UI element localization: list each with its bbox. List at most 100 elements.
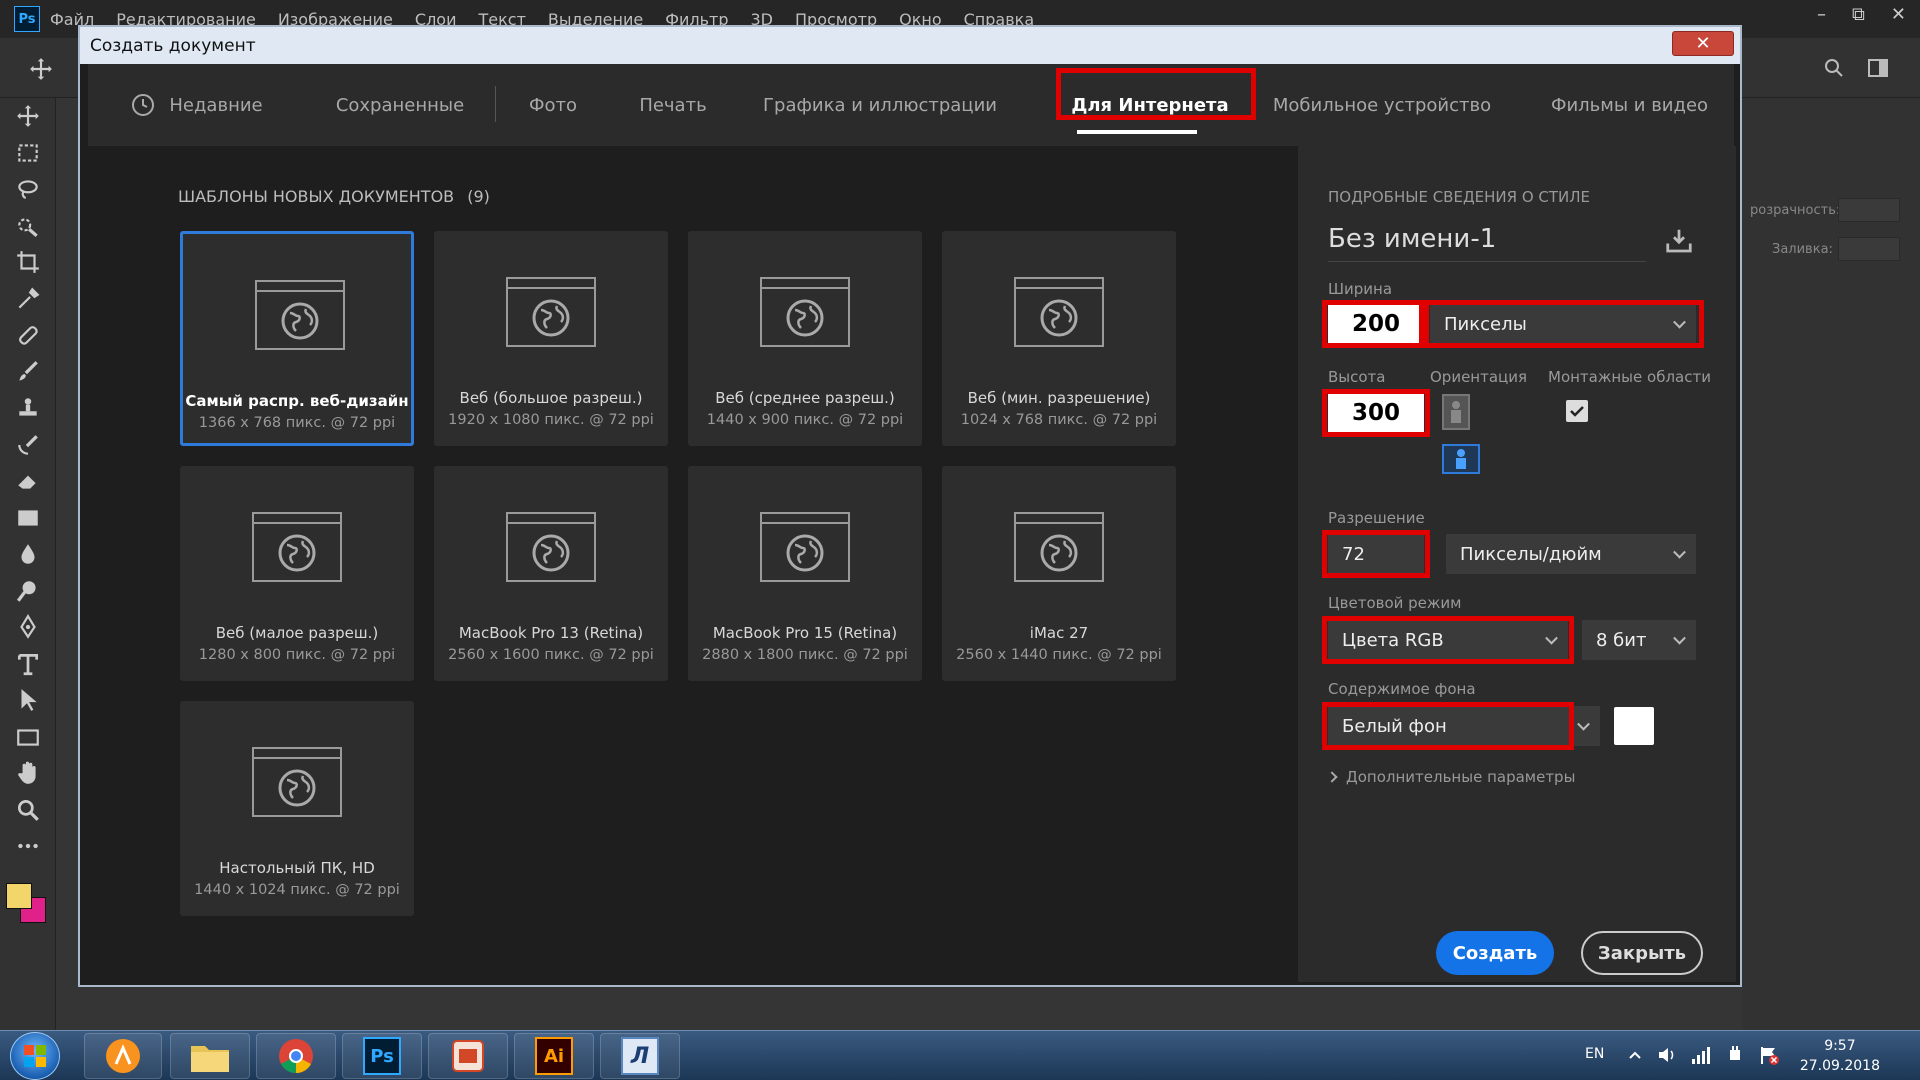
- save-preset-icon[interactable]: [1664, 226, 1694, 256]
- taskbar-lingvo[interactable]: Л: [600, 1033, 680, 1079]
- taskbar-avast[interactable]: [84, 1033, 162, 1079]
- eyedropper-tool[interactable]: [0, 281, 56, 318]
- dialog-title: Создать документ: [90, 35, 256, 56]
- restore-icon[interactable]: ⧉: [1852, 4, 1865, 25]
- taskbar-pdf-reader[interactable]: [428, 1033, 508, 1079]
- marquee-tool[interactable]: [0, 135, 56, 172]
- history-brush-tool[interactable]: [0, 427, 56, 464]
- search-icon[interactable]: [1822, 56, 1846, 80]
- background-color-swatch-button[interactable]: [1614, 707, 1654, 745]
- quick-select-tool[interactable]: [0, 208, 56, 245]
- template-name: MacBook Pro 13 (Retina): [458, 624, 644, 642]
- quick-select-icon: [18, 218, 38, 237]
- template-name: Веб (среднее разреш.): [715, 389, 895, 407]
- rectangle-tool[interactable]: [0, 719, 56, 756]
- dialog-close-button[interactable]: ✕: [1672, 31, 1734, 56]
- width-unit-select[interactable]: Пикселы: [1430, 304, 1696, 344]
- windows-logo-icon: [24, 1045, 46, 1067]
- taskbar-photoshop[interactable]: Ps: [342, 1033, 422, 1079]
- tab-saved[interactable]: Сохраненные: [320, 64, 480, 146]
- photoshop-logo: Ps: [14, 6, 40, 32]
- template-card-web-minimum[interactable]: Веб (мин. разрешение) 1024 x 768 пикс. @…: [942, 231, 1176, 446]
- hand-tool[interactable]: [0, 755, 56, 792]
- color-mode-value: Цвета RGB: [1342, 629, 1444, 651]
- crop-icon: [17, 251, 39, 274]
- template-dims: 1440 x 900 пикс. @ 72 ppi: [706, 412, 904, 428]
- move-tool[interactable]: [0, 98, 56, 135]
- fill-field[interactable]: [1838, 237, 1900, 261]
- pen-tool[interactable]: [0, 609, 56, 646]
- opacity-field[interactable]: [1838, 198, 1900, 222]
- tab-art-illustration[interactable]: Графика и иллюстрации: [763, 64, 997, 146]
- close-button[interactable]: Закрыть: [1581, 931, 1703, 975]
- color-mode-select[interactable]: Цвета RGB: [1328, 620, 1568, 660]
- background-contents-select[interactable]: Белый фон: [1328, 706, 1600, 746]
- chevron-right-icon: [1326, 771, 1338, 783]
- path-selection-tool[interactable]: [0, 682, 56, 719]
- stamp-icon: [19, 398, 37, 416]
- orientation-portrait-button[interactable]: [1442, 394, 1470, 430]
- taskbar-chrome[interactable]: [256, 1033, 336, 1079]
- type-tool[interactable]: [0, 646, 56, 683]
- template-dims: 1920 x 1080 пикс. @ 72 ppi: [448, 412, 654, 428]
- clone-stamp-tool[interactable]: [0, 390, 56, 427]
- templates-count: (9): [467, 187, 490, 206]
- language-indicator[interactable]: EN: [1585, 1046, 1604, 1062]
- orientation-landscape-button[interactable]: [1442, 444, 1480, 474]
- template-card-web-medium[interactable]: Веб (среднее разреш.) 1440 x 900 пикс. @…: [688, 231, 922, 446]
- advanced-options-toggle[interactable]: Дополнительные параметры: [1326, 768, 1575, 786]
- template-card-macbook-15[interactable]: MacBook Pro 15 (Retina) 2880 x 1800 пикс…: [688, 466, 922, 681]
- zoom-tool[interactable]: [0, 792, 56, 829]
- template-name: MacBook Pro 15 (Retina): [712, 624, 898, 642]
- minimize-icon[interactable]: –: [1817, 4, 1826, 25]
- taskbar-file-explorer[interactable]: [170, 1033, 250, 1079]
- tab-film-video[interactable]: Фильмы и видео: [1542, 64, 1717, 146]
- gradient-tool[interactable]: [0, 500, 56, 537]
- move-tool-option-icon[interactable]: [28, 56, 54, 82]
- resolution-input[interactable]: 72: [1328, 534, 1424, 574]
- brush-tool[interactable]: [0, 354, 56, 391]
- network-icon[interactable]: [1690, 1044, 1712, 1066]
- dodge-tool[interactable]: [0, 573, 56, 610]
- healing-brush-tool[interactable]: [0, 317, 56, 354]
- template-card-desktop-hd[interactable]: Настольный ПК, HD 1440 x 1024 пикс. @ 72…: [180, 701, 414, 916]
- artboards-checkbox[interactable]: [1566, 400, 1588, 422]
- template-card-macbook-13[interactable]: MacBook Pro 13 (Retina) 2560 x 1600 пикс…: [434, 466, 668, 681]
- lasso-tool[interactable]: [0, 171, 56, 208]
- taskbar-illustrator[interactable]: Ai: [514, 1033, 594, 1079]
- tab-print[interactable]: Печать: [628, 64, 718, 146]
- resolution-unit-select[interactable]: Пикселы/дюйм: [1446, 534, 1696, 574]
- color-mode-label: Цветовой режим: [1328, 594, 1462, 612]
- foreground-color-swatch[interactable]: [6, 882, 32, 909]
- system-clock[interactable]: 9:57 27.09.2018: [1800, 1036, 1880, 1076]
- volume-icon[interactable]: [1656, 1044, 1678, 1066]
- tab-separator: [495, 86, 496, 122]
- color-swatches[interactable]: [0, 865, 56, 935]
- blur-tool[interactable]: [0, 536, 56, 573]
- start-button[interactable]: [10, 1032, 60, 1080]
- tab-recent[interactable]: Недавние: [122, 64, 272, 146]
- action-center-flag-icon[interactable]: [1758, 1044, 1780, 1066]
- chevron-down-icon: [1577, 717, 1590, 731]
- tab-web[interactable]: Для Интернета: [1055, 64, 1245, 146]
- person-icon: [1456, 449, 1466, 469]
- height-input[interactable]: 300: [1328, 393, 1424, 433]
- width-input[interactable]: 200: [1328, 304, 1424, 344]
- document-name-input[interactable]: Без имени-1: [1328, 224, 1496, 254]
- crop-tool[interactable]: [0, 244, 56, 281]
- workspace-icon[interactable]: [1866, 56, 1890, 80]
- tab-mobile[interactable]: Мобильное устройство: [1272, 64, 1492, 146]
- template-card-web-small[interactable]: Веб (малое разреш.) 1280 x 800 пикс. @ 7…: [180, 466, 414, 681]
- create-button[interactable]: Создать: [1436, 931, 1554, 975]
- more-tools[interactable]: [0, 828, 56, 865]
- template-card-imac-27[interactable]: iMac 27 2560 x 1440 пикс. @ 72 ppi: [942, 466, 1176, 681]
- bit-depth-select[interactable]: 8 бит: [1582, 620, 1696, 660]
- tray-up-arrow-icon[interactable]: [1628, 1048, 1642, 1062]
- template-card-web-large[interactable]: Веб (большое разреш.) 1920 x 1080 пикс. …: [434, 231, 668, 446]
- tab-photo[interactable]: Фото: [518, 64, 588, 146]
- template-card-common-web[interactable]: Самый распр. веб-дизайн 1366 x 768 пикс.…: [180, 231, 414, 446]
- eraser-tool[interactable]: [0, 463, 56, 500]
- close-window-icon[interactable]: ✕: [1891, 4, 1906, 25]
- power-plug-icon[interactable]: [1724, 1044, 1746, 1066]
- template-name: Веб (малое разреш.): [215, 624, 379, 642]
